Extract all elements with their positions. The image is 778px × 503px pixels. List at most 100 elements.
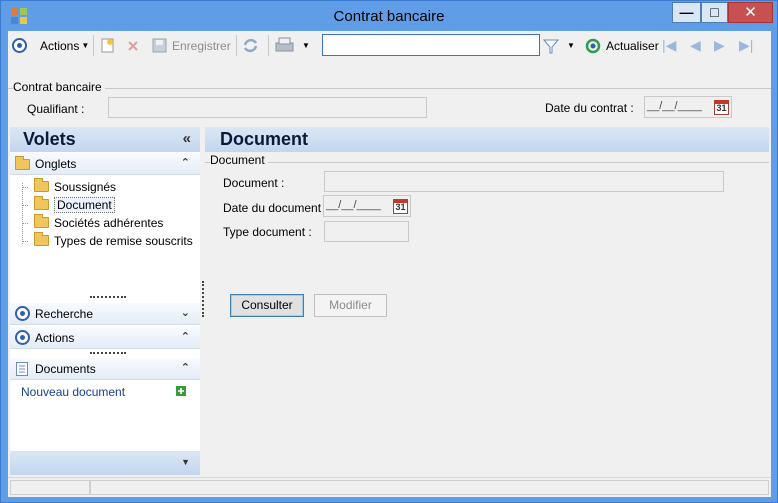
contract-date-value: __/__/____: [647, 100, 703, 112]
save-label: Enregistrer: [172, 38, 231, 53]
contract-date-label: Date du contrat :: [545, 101, 634, 115]
side-panel-footer[interactable]: ▼: [10, 451, 200, 475]
new-record-button[interactable]: [100, 35, 115, 56]
chevron-up-icon: ⌃: [180, 331, 190, 343]
application-window: Contrat bancaire — □ ✕ Actions ▼ Enregis…: [0, 0, 778, 503]
refresh-button[interactable]: Actualiser: [585, 35, 659, 56]
folder-icon: [15, 156, 30, 170]
actions-label: Actions: [40, 38, 80, 53]
panel-splitter[interactable]: [202, 281, 204, 317]
section-tabs-header[interactable]: Onglets ⌃: [10, 153, 200, 175]
next-record-button[interactable]: ▶: [714, 35, 725, 56]
folder-icon: [34, 178, 49, 192]
section-actions-label: Actions: [35, 331, 75, 345]
document-date-value: __/__/____: [326, 199, 382, 211]
section-search-header[interactable]: Recherche ⌄: [10, 303, 200, 325]
tab-item-types-de-remise[interactable]: Types de remise souscrits: [32, 232, 193, 249]
window-title: Contrat bancaire: [333, 8, 445, 25]
detail-panel: Document Document Document : Date du doc…: [205, 127, 769, 475]
toolbar: Actions ▼ Enregistrer ▼ ▼ Actualiser |◀ …: [8, 31, 771, 60]
tab-item-label: Soussignés: [54, 179, 117, 194]
toolbar-separator: [268, 35, 269, 56]
detail-title: Document: [220, 129, 309, 149]
first-record-button[interactable]: |◀: [662, 35, 676, 56]
chevron-up-icon: ⌃: [180, 157, 190, 169]
delete-button[interactable]: [126, 35, 140, 56]
section-tabs-label: Onglets: [35, 157, 77, 171]
refresh-label: Actualiser: [606, 38, 659, 53]
sync-button[interactable]: [242, 35, 259, 56]
section-search-label: Recherche: [35, 307, 94, 321]
collapse-panel-icon[interactable]: «: [183, 130, 191, 147]
section-documents-label: Documents: [35, 362, 96, 376]
document-type-field[interactable]: [324, 221, 409, 242]
tree-connector: [22, 183, 23, 244]
last-record-button[interactable]: ▶|: [739, 35, 753, 56]
document-group-title: Document: [210, 153, 268, 167]
document-type-label: Type document :: [223, 225, 312, 239]
filter-button[interactable]: ▼: [543, 35, 575, 56]
side-panel-header: Volets «: [10, 127, 200, 152]
dropdown-arrow-icon: ▼: [81, 41, 90, 50]
side-panel: Volets « Onglets ⌃ Soussignés Document S…: [10, 127, 200, 475]
section-splitter[interactable]: [90, 352, 126, 354]
tab-item-document[interactable]: Document: [32, 196, 115, 213]
printer-icon: [275, 37, 294, 52]
tab-item-soussignes[interactable]: Soussignés: [32, 178, 116, 195]
section-documents-header[interactable]: Documents ⌃: [10, 358, 200, 380]
folder-icon: [34, 214, 49, 228]
previous-record-button[interactable]: ◀: [690, 35, 701, 56]
next-icon: ▶: [714, 37, 725, 53]
toolbar-separator: [93, 35, 94, 56]
tab-item-societes-adherentes[interactable]: Sociétés adhérentes: [32, 214, 163, 231]
new-document-link[interactable]: Nouveau document: [21, 385, 125, 399]
client-area: Actions ▼ Enregistrer ▼ ▼ Actualiser |◀ …: [8, 31, 771, 497]
folder-icon: [34, 232, 49, 246]
save-icon: [152, 38, 167, 53]
radio-icon: [15, 306, 30, 321]
title-bar[interactable]: Contrat bancaire — □ ✕: [1, 1, 777, 31]
actions-menu-button[interactable]: Actions ▼: [40, 35, 89, 56]
maximize-button[interactable]: □: [701, 2, 728, 23]
chevron-down-icon: ▼: [181, 457, 190, 467]
new-document-icon: [101, 38, 114, 53]
tab-item-label: Document: [54, 196, 115, 213]
close-button[interactable]: ✕: [728, 2, 773, 23]
header-group-border: [8, 88, 771, 89]
toolbar-separator: [236, 35, 237, 56]
sync-icon: [243, 38, 258, 53]
calendar-icon[interactable]: 31: [393, 199, 408, 214]
filter-icon: [543, 39, 559, 53]
status-cell: [90, 480, 769, 495]
chevron-down-icon: ⌄: [180, 307, 190, 319]
minimize-icon: —: [679, 4, 694, 20]
previous-icon: ◀: [690, 37, 701, 53]
consult-button[interactable]: Consulter: [230, 294, 304, 317]
calendar-icon[interactable]: 31: [714, 100, 729, 115]
record-radio-button[interactable]: [12, 35, 27, 56]
modify-button[interactable]: Modifier: [314, 294, 387, 317]
save-button[interactable]: Enregistrer: [152, 35, 231, 56]
qualifier-field[interactable]: [108, 97, 427, 118]
tree-connector: [22, 187, 28, 188]
document-field[interactable]: [324, 171, 724, 192]
detail-header: Document: [205, 127, 769, 152]
close-icon: ✕: [744, 4, 757, 21]
open-folder-icon: [34, 196, 49, 210]
tree-connector: [22, 205, 28, 206]
refresh-icon: [585, 38, 601, 53]
section-splitter[interactable]: [90, 296, 126, 298]
print-button[interactable]: ▼: [275, 35, 310, 56]
section-actions-header[interactable]: Actions ⌃: [10, 327, 200, 349]
contract-date-field[interactable]: __/__/____ 31: [644, 96, 732, 118]
qualifier-label: Qualifiant :: [27, 102, 85, 116]
tree-connector: [22, 241, 28, 242]
status-cell: [10, 480, 90, 495]
minimize-button[interactable]: —: [672, 2, 701, 23]
document-label: Document :: [223, 176, 285, 190]
search-input[interactable]: [322, 34, 540, 56]
first-icon: |◀: [662, 37, 677, 53]
add-icon[interactable]: [176, 386, 186, 396]
chevron-up-icon: ⌃: [180, 362, 190, 374]
document-date-field[interactable]: __/__/____ 31: [323, 195, 411, 217]
